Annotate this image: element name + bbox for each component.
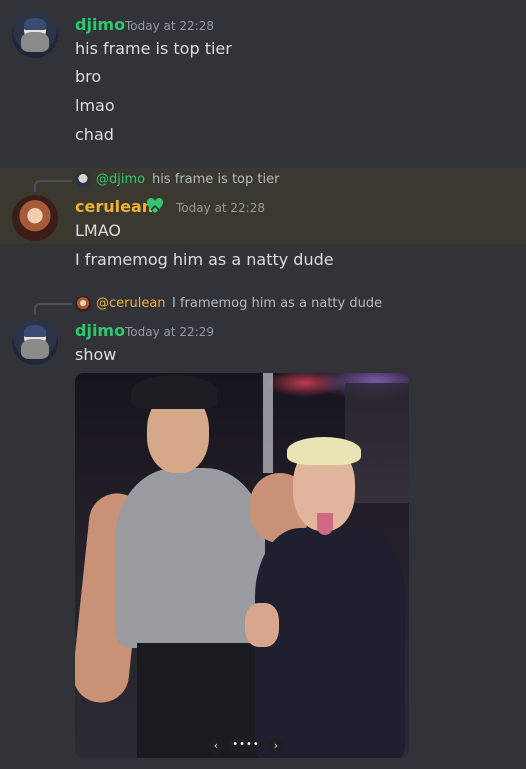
- image-attachment[interactable]: [75, 373, 409, 758]
- photo-figure: [115, 468, 265, 648]
- carousel-dots[interactable]: ••••: [228, 738, 264, 754]
- message-text: I framemog him as a natty dude: [75, 250, 334, 269]
- reply-preview-text[interactable]: I framemog him as a natty dude: [172, 296, 382, 311]
- reply-mention[interactable]: @djimo: [96, 172, 145, 187]
- photo-figure: [317, 513, 333, 535]
- carousel-prev-icon[interactable]: ‹: [208, 738, 224, 754]
- message-text: bro: [75, 67, 102, 86]
- reply-avatar-djimo: [75, 172, 91, 188]
- username-cerulean[interactable]: cerulean: [75, 197, 153, 216]
- timestamp[interactable]: Today at 22:29: [125, 325, 214, 339]
- username-djimo[interactable]: djimo: [75, 321, 125, 340]
- message-text: show: [75, 345, 117, 364]
- photo-figure: [131, 375, 217, 409]
- avatar-cerulean[interactable]: [12, 195, 58, 241]
- carousel-next-icon[interactable]: ›: [268, 738, 284, 754]
- message-text: his frame is top tier: [75, 39, 232, 58]
- message-text: LMAO: [75, 221, 121, 240]
- reply-spine: [34, 303, 72, 315]
- photo-background: [263, 373, 273, 473]
- heart-leaf-badge-icon[interactable]: [145, 196, 165, 216]
- avatar-djimo[interactable]: [12, 12, 58, 58]
- reply-mention[interactable]: @cerulean: [96, 296, 166, 311]
- message-text: chad: [75, 125, 114, 144]
- image-carousel-controls: ‹ •••• ›: [208, 738, 284, 754]
- avatar-djimo[interactable]: [12, 319, 58, 365]
- photo-figure: [245, 603, 279, 647]
- timestamp[interactable]: Today at 22:28: [176, 201, 265, 215]
- reply-spine: [34, 180, 72, 192]
- photo-figure: [255, 528, 405, 758]
- reply-preview-text[interactable]: his frame is top tier: [152, 172, 279, 187]
- timestamp[interactable]: Today at 22:28: [125, 19, 214, 33]
- message-text: lmao: [75, 96, 115, 115]
- photo-figure: [287, 437, 361, 465]
- chat-messages: djimo Today at 22:28 his frame is top ti…: [0, 0, 526, 769]
- username-djimo[interactable]: djimo: [75, 15, 125, 34]
- reply-avatar-cerulean: [75, 296, 91, 312]
